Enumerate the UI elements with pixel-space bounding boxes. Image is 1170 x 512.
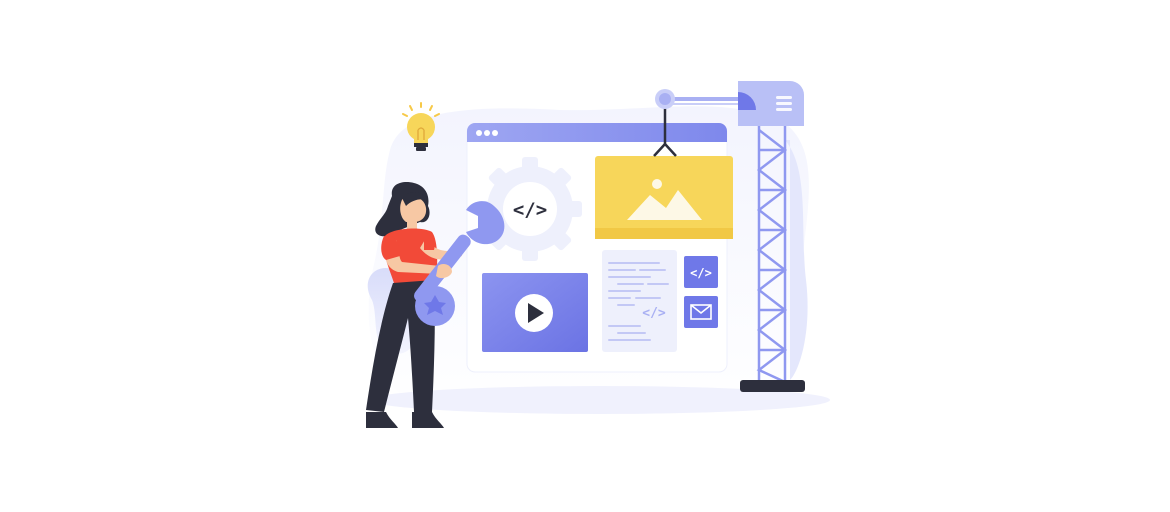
- browser-title-bar: [467, 123, 727, 142]
- window-dot: [492, 130, 498, 136]
- document-card: </>: [602, 250, 677, 352]
- window-dot: [484, 130, 490, 136]
- code-tile-label: </>: [690, 266, 712, 280]
- crane-base: [740, 380, 805, 392]
- image-card: [595, 156, 733, 239]
- window-dot: [476, 130, 482, 136]
- website-development-illustration: </> </> </>: [366, 81, 830, 428]
- mail-icon: [684, 296, 718, 328]
- code-icon: </>: [684, 256, 718, 288]
- video-card: [482, 273, 588, 352]
- person-shoe: [366, 412, 398, 428]
- person-shoe: [412, 412, 444, 428]
- gear-code-label: </>: [513, 199, 547, 221]
- document-code-label: </>: [642, 306, 666, 321]
